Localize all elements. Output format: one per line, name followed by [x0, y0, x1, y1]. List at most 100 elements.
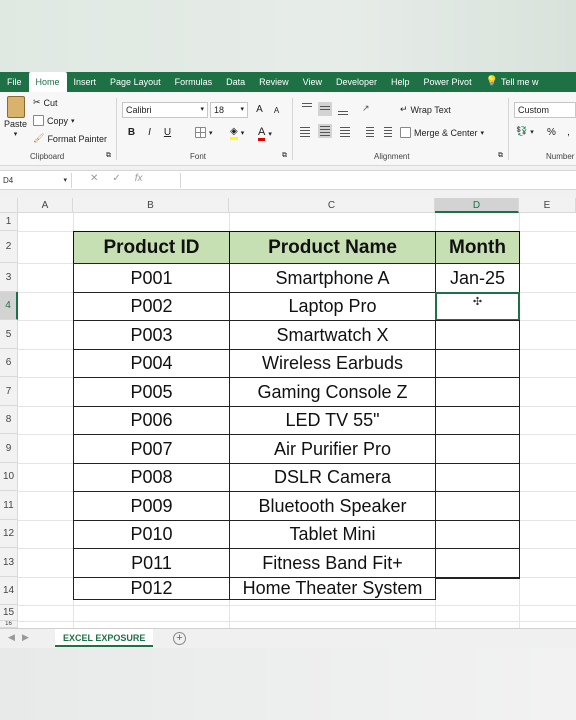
wrap-text-button[interactable]: ↵ Wrap Text	[400, 104, 451, 115]
format-painter-button[interactable]: 🖌 Format Painter	[33, 133, 107, 144]
align-left-icon[interactable]	[300, 125, 314, 139]
table-cell[interactable]	[435, 377, 520, 407]
alignment-launcher-icon[interactable]: ⧉	[498, 152, 503, 160]
table-cell[interactable]	[435, 548, 520, 578]
table-cell[interactable]	[435, 491, 520, 521]
table-cell[interactable]: P007	[73, 434, 230, 464]
row-header[interactable]: 1	[0, 213, 18, 231]
tab-help[interactable]: Help	[384, 72, 417, 92]
tab-view[interactable]: View	[296, 72, 329, 92]
table-cell[interactable]	[435, 434, 520, 464]
row-header[interactable]: 4	[0, 292, 18, 320]
row-header[interactable]: 6	[0, 349, 18, 377]
clipboard-launcher-icon[interactable]: ⧉	[106, 152, 111, 160]
table-cell[interactable]: Home Theater System	[229, 577, 436, 600]
table-cell[interactable]: P001	[73, 263, 230, 293]
shrink-font-button[interactable]: A	[270, 104, 283, 118]
table-cell[interactable]: LED TV 55"	[229, 406, 436, 435]
table-cell[interactable]: DSLR Camera	[229, 463, 436, 492]
table-cell[interactable]: P010	[73, 520, 230, 549]
underline-button[interactable]: U	[161, 126, 174, 140]
insert-function-icon[interactable]: fx	[135, 173, 143, 184]
table-cell[interactable]: P008	[73, 463, 230, 492]
column-header-a[interactable]: A	[18, 198, 73, 213]
tab-home[interactable]: Home	[28, 72, 67, 92]
font-name-dropdown[interactable]: Calibri ▾	[122, 102, 208, 118]
table-cell[interactable]	[435, 406, 520, 435]
row-header[interactable]: 12	[0, 520, 18, 548]
row-header[interactable]: 11	[0, 491, 18, 520]
row-header[interactable]: 13	[0, 548, 18, 577]
number-format-dropdown[interactable]: Custom	[514, 102, 576, 118]
column-header-e[interactable]: E	[519, 198, 576, 213]
font-size-dropdown[interactable]: 18 ▾	[210, 102, 248, 118]
top-align-icon[interactable]	[300, 103, 314, 117]
table-cell[interactable]: Smartwatch X	[229, 320, 436, 350]
merge-center-button[interactable]: Merge & Center ▾	[400, 127, 484, 138]
tab-data[interactable]: Data	[219, 72, 252, 92]
middle-align-icon[interactable]	[318, 102, 332, 116]
table-header-cell[interactable]: Product Name	[229, 231, 436, 264]
table-cell[interactable]: Laptop Pro	[229, 292, 436, 321]
increase-indent-icon[interactable]	[378, 125, 392, 139]
row-header[interactable]: 3	[0, 263, 18, 292]
tab-page-layout[interactable]: Page Layout	[103, 72, 168, 92]
bold-button[interactable]: B	[125, 126, 138, 140]
prev-sheet-icon[interactable]: ◀	[8, 632, 15, 643]
table-cell[interactable]: P003	[73, 320, 230, 350]
italic-button[interactable]: I	[143, 126, 156, 140]
table-header-cell[interactable]: Product ID	[73, 231, 230, 264]
tab-developer[interactable]: Developer	[329, 72, 384, 92]
align-right-icon[interactable]	[336, 125, 350, 139]
table-cell[interactable]: P004	[73, 349, 230, 378]
tab-power-pivot[interactable]: Power Pivot	[417, 72, 479, 92]
tab-review[interactable]: Review	[252, 72, 296, 92]
table-cell[interactable]	[435, 349, 520, 378]
table-cell[interactable]: Fitness Band Fit+	[229, 548, 436, 578]
table-cell[interactable]: P006	[73, 406, 230, 435]
worksheet[interactable]: A B C D E 1 2 3 4 5 6 7 8 9 10 11 12 13 …	[0, 198, 576, 628]
row-header[interactable]: 2	[0, 231, 18, 263]
row-header[interactable]: 8	[0, 406, 18, 434]
table-cell[interactable]: Bluetooth Speaker	[229, 491, 436, 521]
row-header[interactable]: 9	[0, 434, 18, 463]
bottom-align-icon[interactable]	[336, 103, 350, 117]
copy-button[interactable]: Copy ▾	[33, 115, 75, 126]
grow-font-button[interactable]: A	[253, 103, 266, 117]
row-header[interactable]: 16	[0, 621, 18, 628]
table-cell[interactable]: Air Purifier Pro	[229, 434, 436, 464]
row-header[interactable]: 7	[0, 377, 18, 406]
borders-button[interactable]: ▾	[195, 127, 213, 138]
table-cell[interactable]: Smartphone A	[229, 263, 436, 293]
sheet-tab-excel-exposure[interactable]: EXCEL EXPOSURE	[55, 629, 154, 647]
table-cell[interactable]: Gaming Console Z	[229, 377, 436, 407]
active-cell-d4[interactable]: ✣	[435, 292, 520, 321]
font-color-button[interactable]: A ▾	[258, 126, 272, 141]
paste-button[interactable]: Paste ▾	[4, 96, 27, 138]
align-center-icon[interactable]	[318, 124, 332, 138]
table-cell[interactable]	[435, 577, 520, 579]
table-cell[interactable]: P005	[73, 377, 230, 407]
decrease-indent-icon[interactable]	[360, 125, 374, 139]
table-cell[interactable]	[435, 520, 520, 549]
tab-formulas[interactable]: Formulas	[168, 72, 220, 92]
font-launcher-icon[interactable]: ⧉	[282, 152, 287, 160]
comma-button[interactable]: ,	[562, 126, 575, 140]
table-cell[interactable]: P002	[73, 292, 230, 321]
formula-input[interactable]	[180, 173, 574, 188]
column-header-c[interactable]: C	[229, 198, 435, 213]
tell-me-search[interactable]: 💡 Tell me w	[479, 72, 546, 92]
next-sheet-icon[interactable]: ▶	[22, 632, 29, 643]
add-sheet-icon[interactable]: +	[173, 632, 186, 645]
row-header[interactable]: 14	[0, 577, 18, 605]
cut-button[interactable]: ✂ Cut	[33, 97, 58, 108]
cancel-icon[interactable]: ✕	[90, 173, 98, 184]
table-cell[interactable]: Jan-25	[435, 263, 520, 293]
fill-color-button[interactable]: ◈ ▾	[230, 126, 244, 140]
accounting-format-button[interactable]: 💱 ▾	[516, 126, 534, 137]
table-cell[interactable]: P011	[73, 548, 230, 578]
table-cell[interactable]	[435, 320, 520, 350]
enter-icon[interactable]: ✓	[112, 173, 120, 184]
row-header[interactable]: 5	[0, 320, 18, 349]
table-cell[interactable]: P009	[73, 491, 230, 521]
